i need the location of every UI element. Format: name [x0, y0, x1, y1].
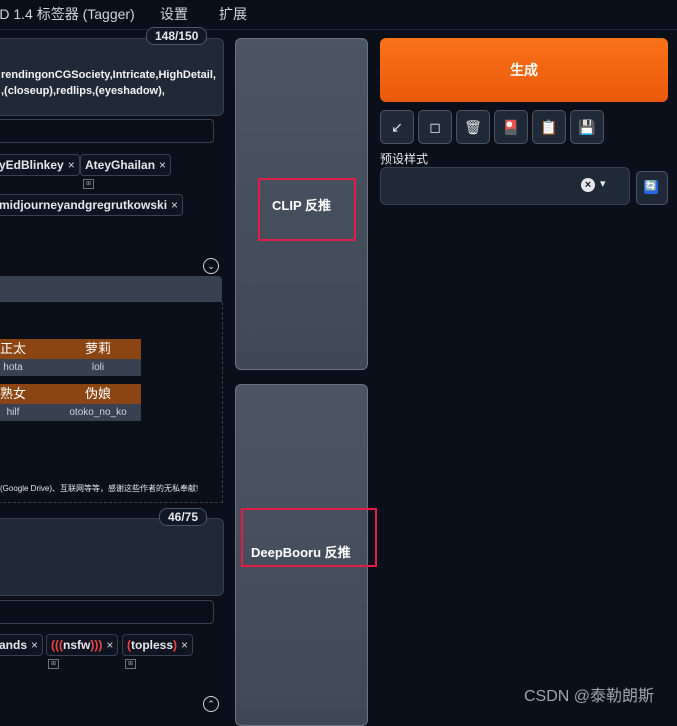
negative-chip[interactable]: (topless) ×	[122, 634, 194, 656]
tab-tagger[interactable]: VD 1.4 标签器 (Tagger)	[0, 4, 135, 24]
chip-close-icon[interactable]: ×	[171, 198, 178, 212]
negative-prompt-textarea[interactable]	[0, 518, 224, 596]
collapse-down-icon[interactable]: ⌄	[203, 258, 219, 274]
chip-paren-close: )	[173, 638, 178, 652]
tab-settings[interactable]: 设置	[160, 4, 188, 24]
card-icon[interactable]: 🎴	[494, 110, 528, 144]
chip-label: ands	[0, 638, 28, 652]
chip-label: yEdBlinkey	[0, 158, 64, 172]
styles-label: 预设样式	[380, 152, 429, 166]
tag-card-zh: 熟女	[0, 384, 56, 404]
chip-paren-open: (((	[51, 638, 63, 652]
chip-close-icon[interactable]: ×	[181, 638, 188, 652]
negative-token-counter: 46/75	[159, 508, 208, 526]
tag-card-en: loli	[55, 359, 141, 376]
weight-icon[interactable]: ⊞	[125, 659, 136, 669]
weight-icon[interactable]: ⊞	[83, 179, 94, 189]
clear-selection-icon[interactable]: ×	[581, 178, 595, 192]
prompt-chip[interactable]: AteyGhailan ×	[80, 154, 172, 176]
prompt-tag-input[interactable]	[0, 119, 214, 143]
prompt-chip[interactable]: midjourneyandgregrutkowski ×	[0, 194, 184, 216]
chip-paren-close: )))	[90, 638, 103, 652]
tag-card-zh: 伪娘	[55, 384, 141, 404]
tag-card-en: hilf	[0, 404, 56, 421]
tag-card-zh: 正太	[0, 339, 56, 359]
clear-icon[interactable]: ◻	[418, 110, 452, 144]
highlight-box	[258, 178, 356, 241]
tab-divider	[0, 29, 677, 30]
prompt-line-1: rendingonCGSociety,Intricate,HighDetail,	[1, 69, 216, 81]
chip-close-icon[interactable]: ×	[68, 158, 75, 172]
tag-card[interactable]: 萝莉 loli	[55, 339, 141, 376]
prompt-chip[interactable]: yEdBlinkey ×	[0, 154, 80, 176]
tag-library-header[interactable]	[0, 276, 222, 302]
tag-card-en: hota	[0, 359, 56, 376]
negative-chip[interactable]: ands ×	[0, 634, 44, 656]
tag-card-zh: 萝莉	[55, 339, 141, 359]
negative-tag-input[interactable]	[0, 600, 214, 624]
save-icon[interactable]: 💾	[570, 110, 604, 144]
clipboard-icon[interactable]: 📋	[532, 110, 566, 144]
chip-label: topless	[131, 638, 174, 652]
tab-extensions[interactable]: 扩展	[219, 4, 247, 24]
chip-close-icon[interactable]: ×	[159, 158, 166, 172]
trash-icon[interactable]: 🗑	[456, 110, 490, 144]
credits-notice: (Google Drive)、互联网等等，感谢这些作者的无私奉献!	[0, 484, 199, 493]
chevron-down-icon[interactable]: ▾	[600, 177, 606, 190]
generate-button[interactable]: 生成	[380, 38, 668, 102]
weight-icon[interactable]: ⊞	[48, 659, 59, 669]
arrow-icon[interactable]: ↙	[380, 110, 414, 144]
refresh-icon: 🔄	[644, 180, 658, 194]
chip-label: nsfw	[63, 638, 91, 652]
chip-close-icon[interactable]: ×	[31, 638, 38, 652]
prompt-token-counter: 148/150	[146, 27, 208, 45]
tag-card-en: otoko_no_ko	[55, 404, 141, 421]
chip-label: AteyGhailan	[85, 158, 156, 172]
chip-label: midjourneyandgregrutkowski	[0, 198, 168, 212]
styles-dropdown[interactable]: × ▾	[380, 167, 630, 205]
refresh-styles-button[interactable]: 🔄	[636, 171, 668, 205]
tag-card[interactable]: 熟女 hilf	[0, 384, 56, 421]
highlight-box	[241, 508, 377, 567]
tag-card[interactable]: 正太 hota	[0, 339, 56, 376]
negative-chip[interactable]: (((nsfw))) ×	[46, 634, 119, 656]
prompt-line-2: ,(closeup),redlips,(eyeshadow),	[1, 85, 165, 97]
chip-close-icon[interactable]: ×	[106, 638, 113, 652]
prompt-textarea[interactable]: rendingonCGSociety,Intricate,HighDetail,…	[0, 38, 224, 116]
watermark: CSDN @泰勒朗斯	[524, 688, 655, 705]
tag-card[interactable]: 伪娘 otoko_no_ko	[55, 384, 141, 421]
